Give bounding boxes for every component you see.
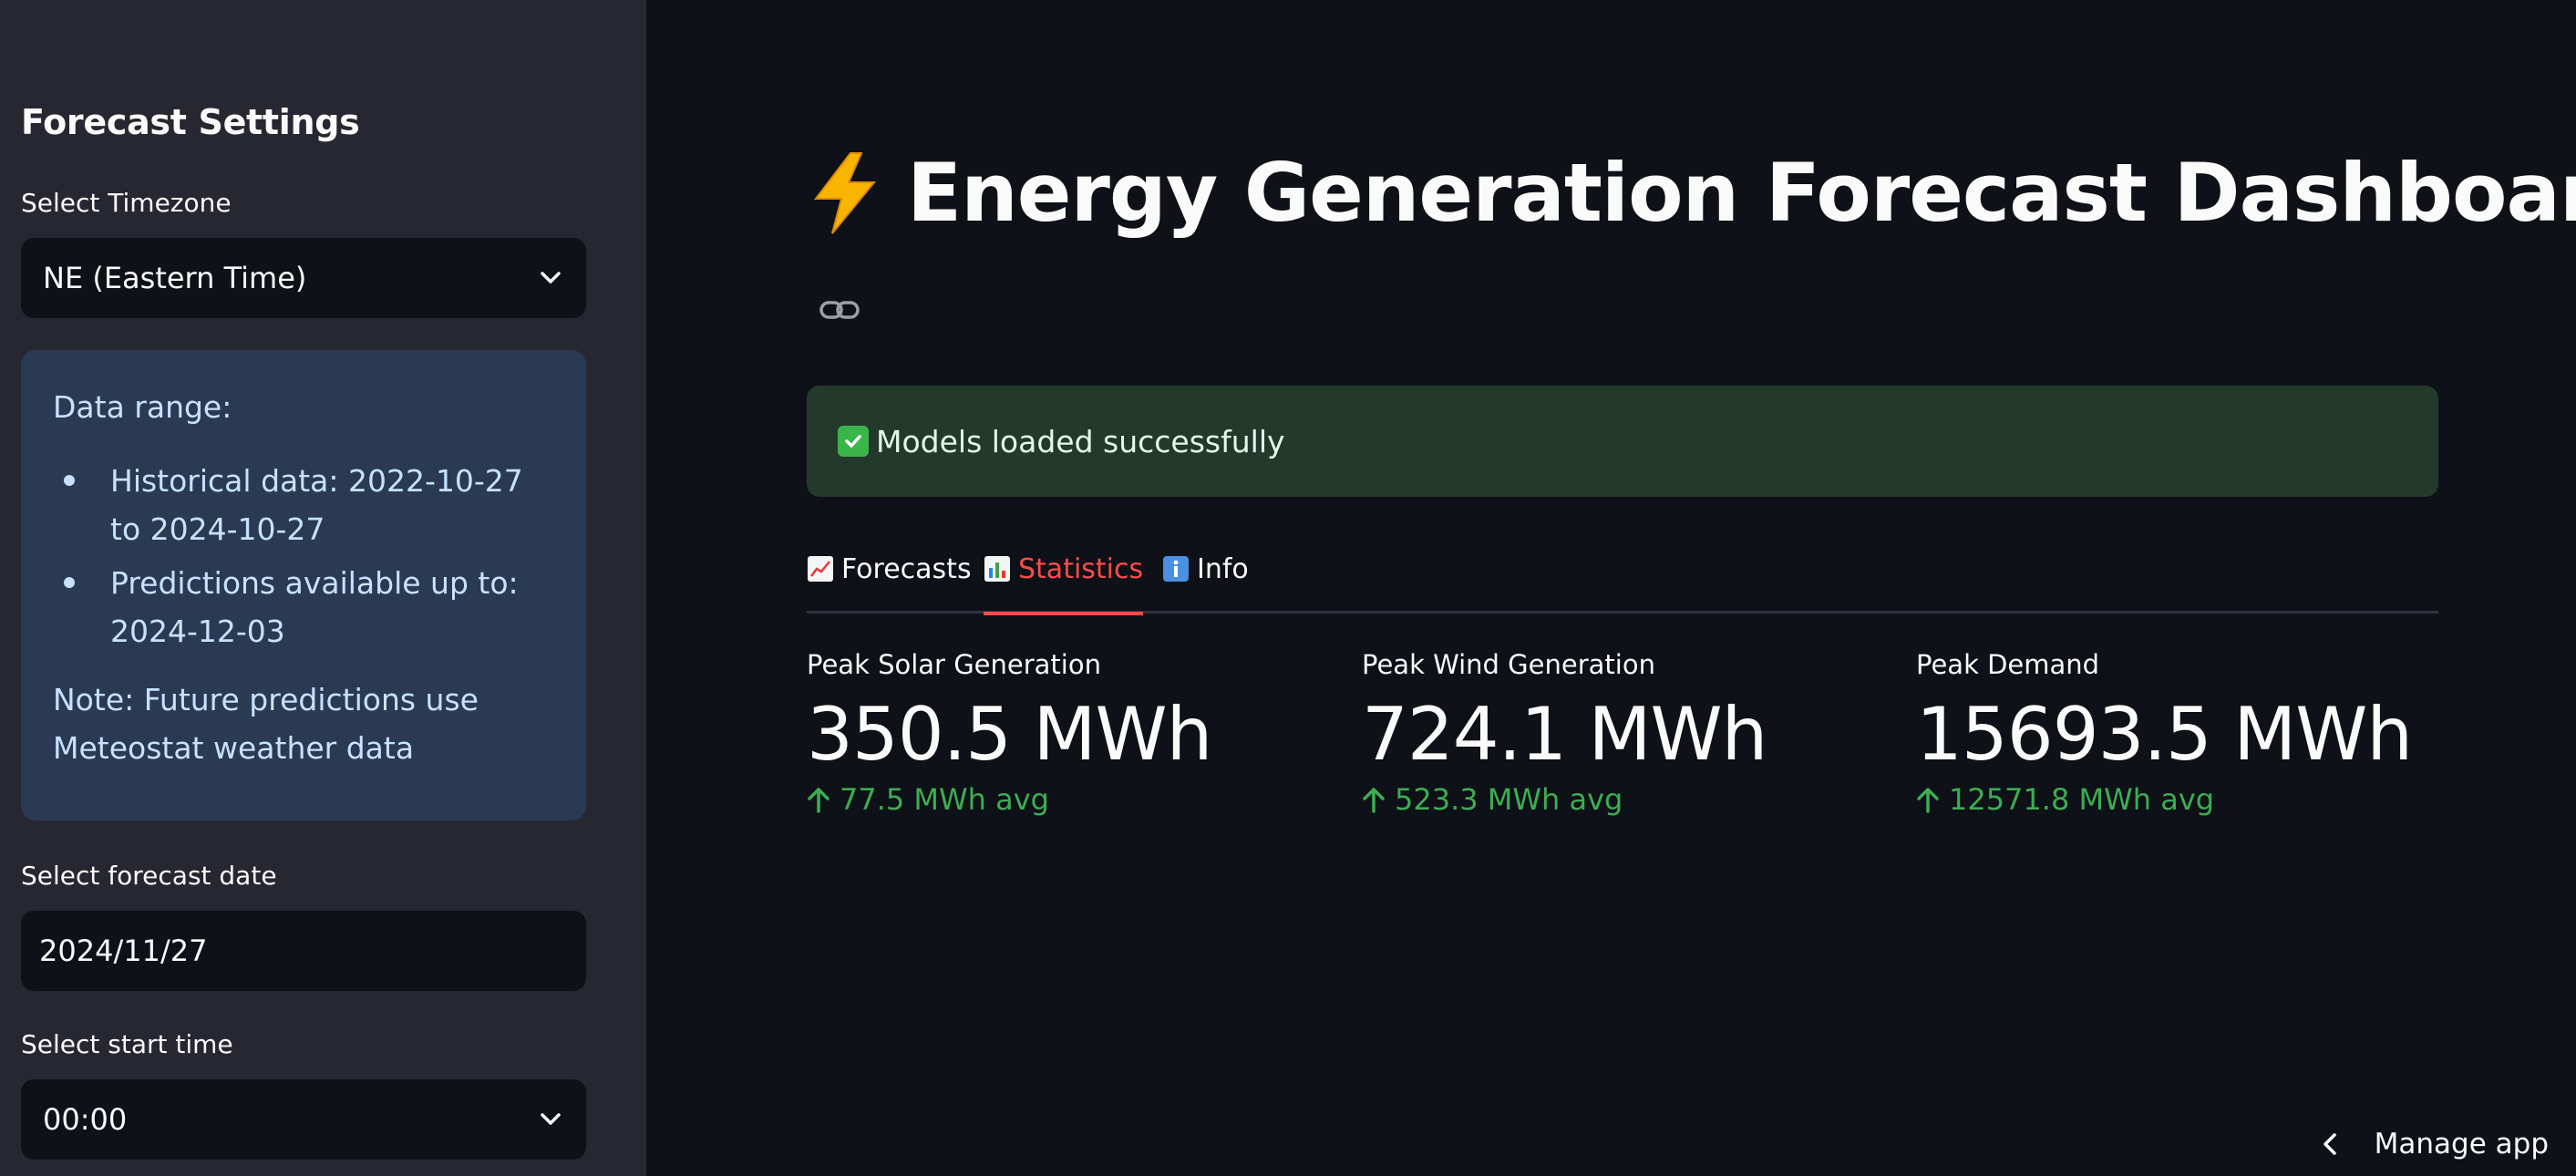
data-range-info-box: Data range: Historical data: 2022-10-27 … bbox=[21, 350, 586, 820]
manage-app-button[interactable]: Manage app bbox=[2322, 1121, 2549, 1167]
start-time-label: Select start time bbox=[21, 1029, 233, 1059]
metric-delta-text: 12571.8 MWh avg bbox=[1949, 782, 2215, 817]
tab-label: Statistics bbox=[1018, 553, 1144, 585]
arrow-up-icon bbox=[808, 788, 829, 813]
list-item: Historical data: 2022-10-27 to 2024-10-2… bbox=[53, 457, 553, 553]
tab-info[interactable]: Info bbox=[1162, 553, 1249, 614]
metric-value: 15693.5 MWh bbox=[1916, 692, 2413, 777]
metric-label: Peak Solar Generation bbox=[807, 649, 1101, 680]
page-title-text: Energy Generation Forecast Dashboard bbox=[907, 146, 2576, 240]
metric-delta: 12571.8 MWh avg bbox=[1916, 782, 2412, 817]
metric-peak-solar: Peak Solar Generation 350.5 MWh 77.5 MWh… bbox=[807, 649, 1212, 817]
data-range-heading: Data range: bbox=[53, 389, 232, 425]
information-icon bbox=[1163, 556, 1189, 582]
forecast-date-input[interactable]: 2024/11/27 bbox=[21, 911, 586, 991]
metric-value: 724.1 MWh bbox=[1362, 692, 1767, 777]
metric-label: Peak Wind Generation bbox=[1362, 649, 1655, 680]
tab-bar: Forecasts Statistics Info bbox=[807, 542, 2438, 615]
start-time-select-value: 00:00 bbox=[43, 1102, 128, 1137]
success-alert-text: Models loaded successfully bbox=[876, 423, 1285, 459]
list-item-text: Predictions available up to: 2024-12-03 bbox=[110, 565, 519, 649]
bullet-icon bbox=[64, 475, 75, 486]
timezone-label: Select Timezone bbox=[21, 188, 232, 218]
chevron-left-icon bbox=[2323, 1133, 2336, 1155]
data-range-note: Note: Future predictions use Meteostat w… bbox=[53, 682, 479, 766]
bullet-icon bbox=[64, 577, 75, 588]
list-item-text: Historical data: 2022-10-27 to 2024-10-2… bbox=[110, 463, 523, 547]
success-alert: Models loaded successfully bbox=[807, 386, 2438, 497]
tab-label: Info bbox=[1197, 553, 1249, 585]
tab-statistics[interactable]: Statistics bbox=[984, 553, 1144, 615]
manage-app-label: Manage app bbox=[2374, 1128, 2549, 1161]
chevron-down-icon bbox=[537, 1106, 564, 1133]
lightning-bolt-icon bbox=[813, 151, 877, 234]
page-title: Energy Generation Forecast Dashboard bbox=[810, 146, 2576, 240]
timezone-select[interactable]: NE (Eastern Time) bbox=[21, 238, 586, 318]
tab-label: Forecasts bbox=[841, 553, 972, 585]
forecast-date-label: Select forecast date bbox=[21, 861, 277, 891]
data-range-list: Historical data: 2022-10-27 to 2024-10-2… bbox=[53, 457, 553, 655]
metric-delta-text: 523.3 MWh avg bbox=[1395, 782, 1623, 817]
metric-peak-wind: Peak Wind Generation 724.1 MWh 523.3 MWh… bbox=[1362, 649, 1767, 817]
list-item: Predictions available up to: 2024-12-03 bbox=[53, 559, 553, 655]
metric-delta: 523.3 MWh avg bbox=[1362, 782, 1767, 817]
sidebar: Forecast Settings Select Timezone NE (Ea… bbox=[0, 0, 646, 1176]
arrow-up-icon bbox=[1917, 788, 1939, 813]
tab-forecasts[interactable]: Forecasts bbox=[807, 553, 972, 614]
sidebar-title: Forecast Settings bbox=[21, 102, 360, 142]
chevron-down-icon bbox=[537, 264, 564, 292]
check-mark-icon bbox=[838, 426, 869, 457]
metric-label: Peak Demand bbox=[1916, 649, 2100, 680]
metric-delta: 77.5 MWh avg bbox=[807, 782, 1211, 817]
link-icon[interactable] bbox=[819, 294, 860, 326]
chart-increasing-icon bbox=[808, 556, 833, 582]
bar-chart-icon bbox=[984, 556, 1010, 582]
main-content: Energy Generation Forecast Dashboard Mod… bbox=[646, 0, 2576, 1176]
arrow-up-icon bbox=[1363, 788, 1385, 813]
metric-value: 350.5 MWh bbox=[807, 692, 1212, 777]
timezone-select-value: NE (Eastern Time) bbox=[43, 261, 307, 295]
metric-peak-demand: Peak Demand 15693.5 MWh 12571.8 MWh avg bbox=[1916, 649, 2413, 817]
metric-delta-text: 77.5 MWh avg bbox=[840, 782, 1049, 817]
app-root: Forecast Settings Select Timezone NE (Ea… bbox=[0, 0, 2576, 1176]
start-time-select[interactable]: 00:00 bbox=[21, 1079, 586, 1160]
